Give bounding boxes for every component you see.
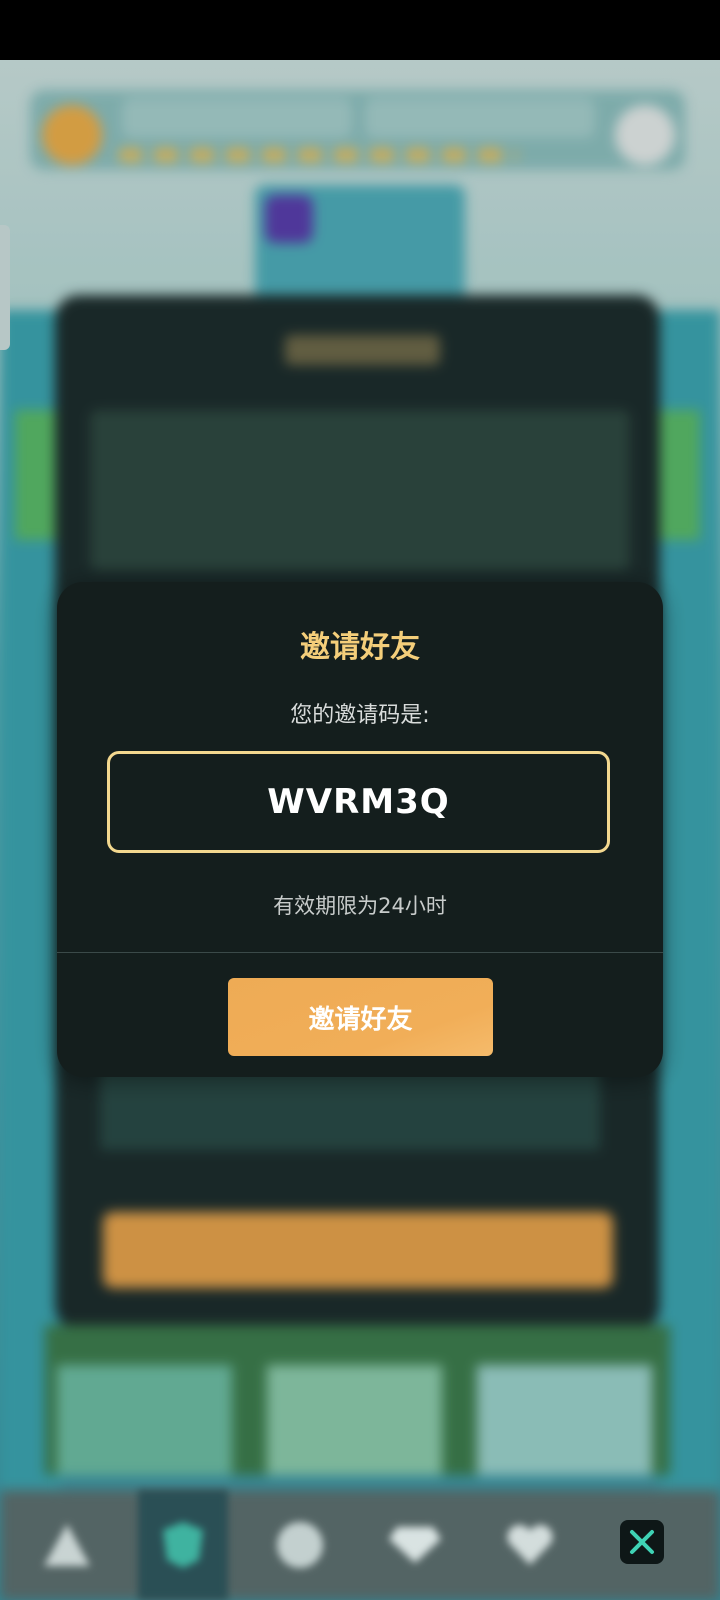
gear-icon[interactable] [255, 1490, 345, 1600]
invite-code-label: 您的邀请码是: [290, 703, 430, 728]
invite-dialog: 邀请好友 您的邀请码是: WVRM3Q 有效期限为24小时 邀请好友 [57, 582, 663, 1077]
status-bar [0, 0, 720, 60]
side-tab-handle[interactable] [0, 225, 10, 350]
validity-text: 有效期限为24小时 [273, 894, 447, 918]
close-icon[interactable] [620, 1520, 664, 1564]
gem-icon[interactable] [370, 1490, 460, 1600]
warning-triangle-icon[interactable] [22, 1490, 112, 1600]
shield-icon[interactable] [138, 1490, 228, 1600]
invite-friends-button[interactable]: 邀请好友 [228, 978, 493, 1056]
invite-code-box[interactable]: WVRM3Q [107, 751, 610, 853]
divider [57, 952, 663, 953]
bottom-nav [0, 1490, 720, 1600]
heart-icon[interactable] [485, 1490, 575, 1600]
dialog-title: 邀请好友 [300, 630, 420, 665]
